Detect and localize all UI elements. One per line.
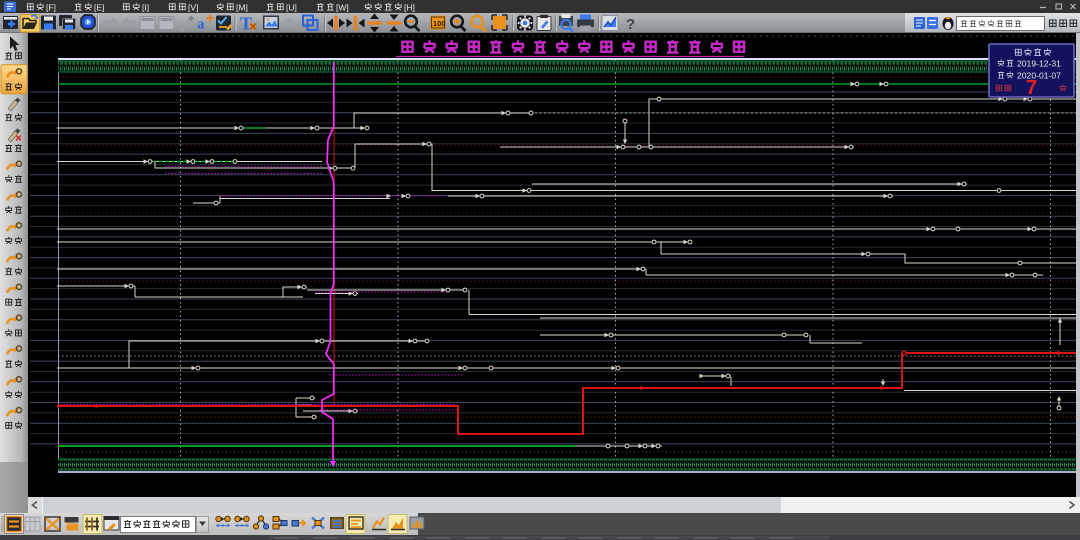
svg-text:[W]: [W] — [336, 3, 349, 13]
svg-text:[E]: [E] — [94, 3, 104, 13]
svg-text:7: 7 — [1026, 77, 1037, 99]
svg-text:2019-12-31: 2019-12-31 — [1017, 59, 1061, 69]
svg-text:Z: Z — [284, 16, 293, 32]
svg-text:a: a — [197, 17, 205, 33]
svg-text:[I]: [I] — [142, 3, 149, 13]
svg-text:[M]: [M] — [236, 3, 248, 13]
svg-text:100: 100 — [433, 19, 446, 28]
svg-text:2020-01-07: 2020-01-07 — [1017, 71, 1061, 81]
svg-text:[V]: [V] — [188, 3, 198, 13]
svg-text:?: ? — [626, 16, 635, 33]
svg-text:[U]: [U] — [286, 3, 297, 13]
svg-text:[H]: [H] — [404, 3, 415, 13]
svg-text:[F]: [F] — [46, 3, 56, 13]
